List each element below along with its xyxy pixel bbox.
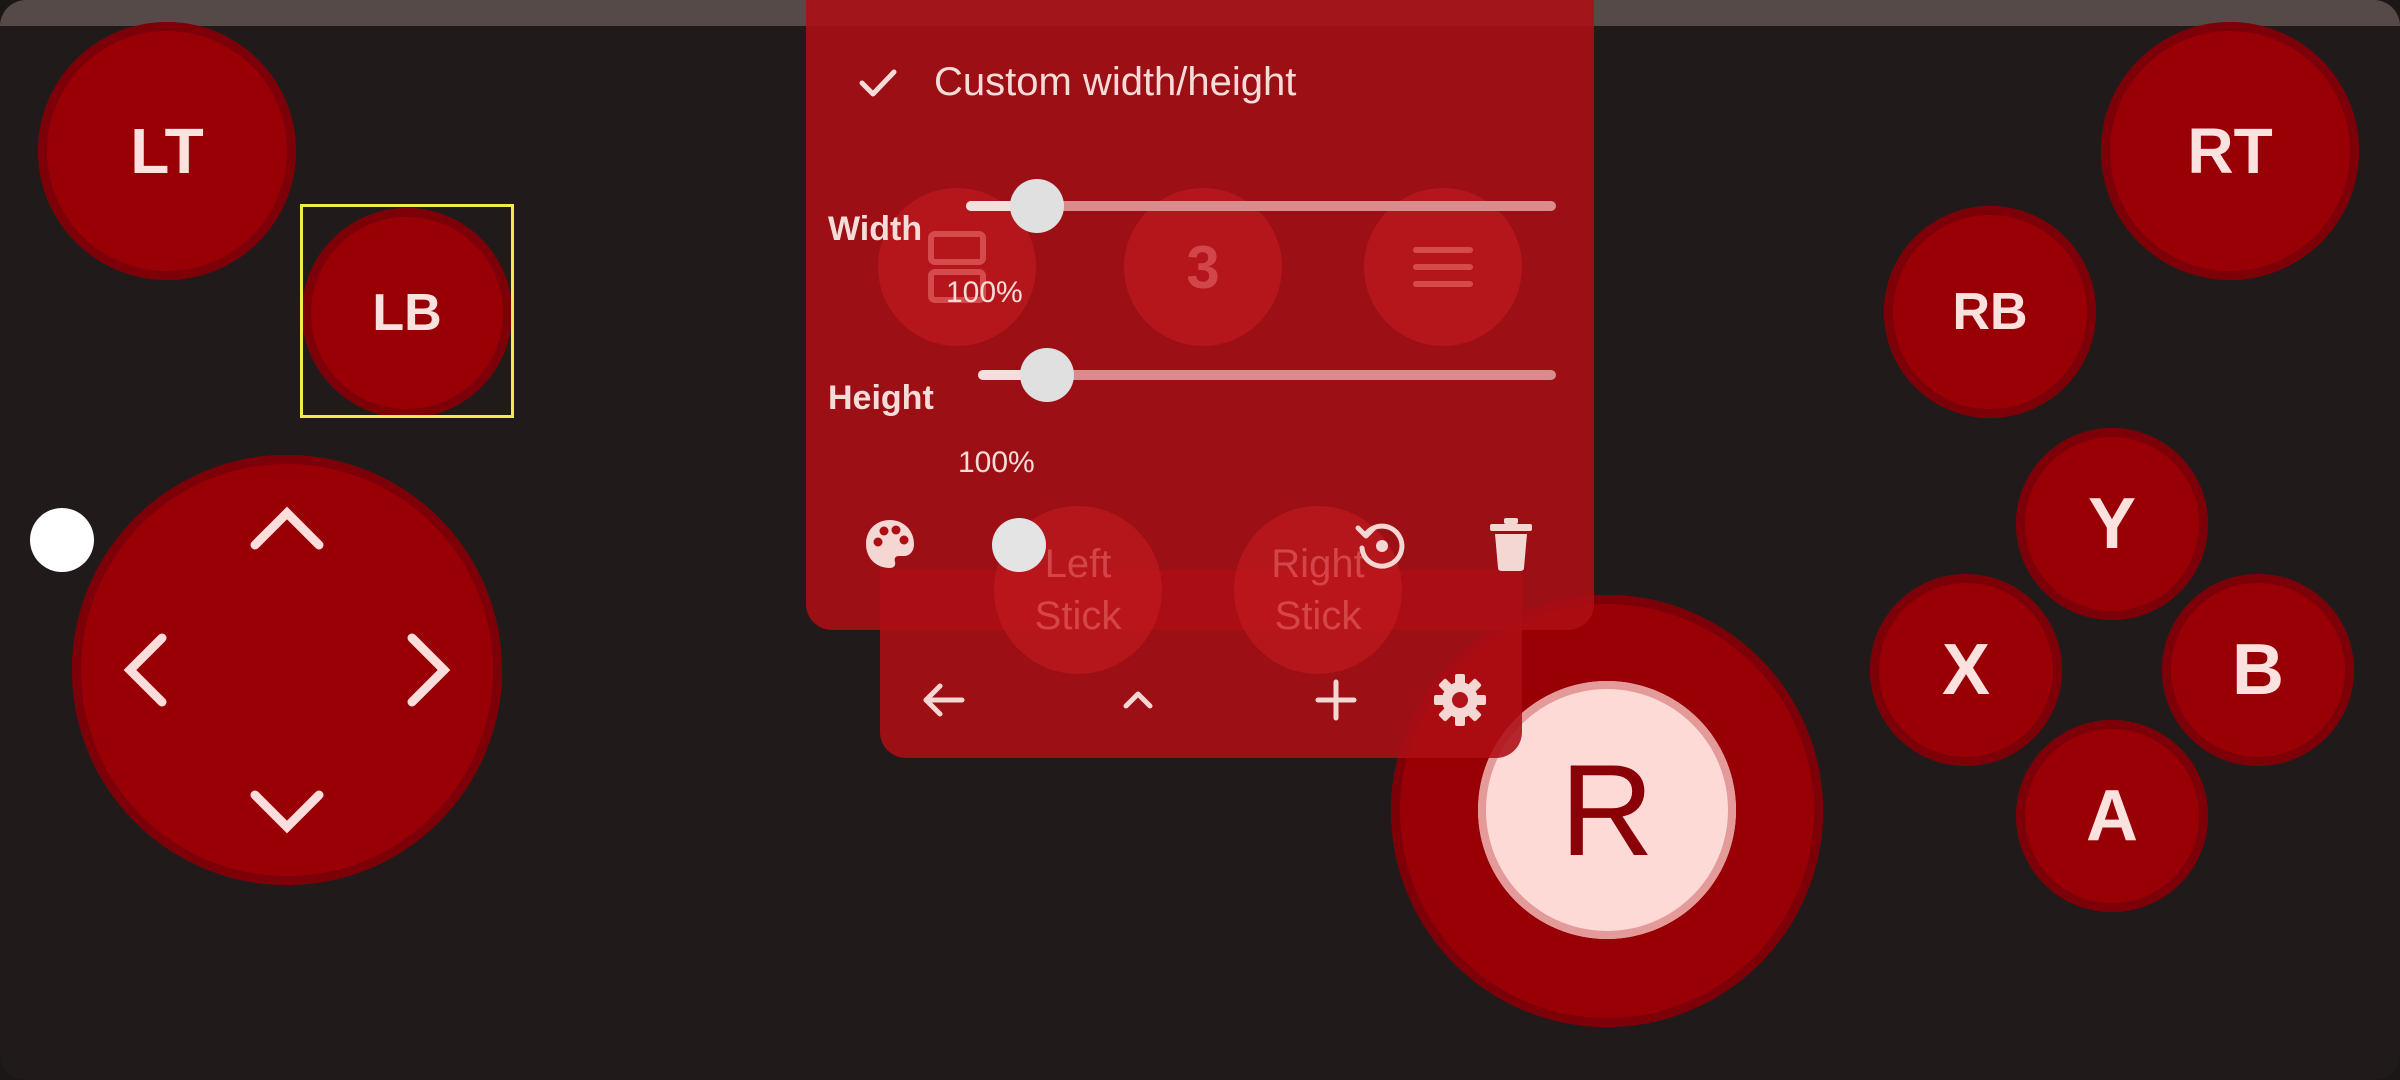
menu-lines-icon (1413, 247, 1473, 287)
delete-icon[interactable] (1486, 516, 1536, 572)
edit-menu: 3 Left Stick Right Stick Custom width/he… (806, 0, 1594, 674)
settings-icon[interactable] (1430, 670, 1490, 730)
ghost-menu-button (1364, 188, 1522, 346)
right-stick-label: R (1560, 737, 1654, 883)
lt-button[interactable]: LT (38, 22, 296, 280)
y-label: Y (2087, 484, 2137, 564)
a-label: A (2086, 776, 2138, 856)
palette-icon[interactable] (862, 516, 918, 572)
reset-icon[interactable] (1352, 516, 1410, 574)
width-value: 100% (946, 276, 1023, 309)
toggle-dot[interactable] (992, 518, 1046, 572)
rt-button[interactable]: RT (2101, 22, 2359, 280)
rb-button[interactable]: RB (1884, 206, 2096, 418)
x-label: X (1941, 630, 1991, 710)
width-label: Width (828, 210, 923, 248)
height-label: Height (828, 379, 934, 417)
chevron-up-icon[interactable] (1118, 680, 1158, 720)
lt-label: LT (130, 115, 204, 187)
right-stick-ghost-label: Right Stick (1271, 542, 1365, 638)
back-arrow-icon[interactable] (918, 674, 970, 726)
x-button[interactable]: X (1870, 574, 2062, 766)
custom-size-label[interactable]: Custom width/height (934, 60, 1296, 105)
height-value: 100% (958, 446, 1035, 479)
add-icon[interactable] (1310, 674, 1362, 726)
ghost-count-label: 3 (1186, 233, 1220, 301)
gamepad-screen: LT LB RT RB Y X B A R 3 Left Stick Right… (0, 0, 2400, 1080)
left-stick-label: Left Stick (1034, 542, 1122, 638)
width-slider-thumb[interactable] (1009, 179, 1064, 233)
selection-outline (300, 204, 514, 418)
ghost-count-button: 3 (1124, 188, 1282, 346)
b-label: B (2232, 630, 2284, 710)
dpad-arrows-icon (123, 506, 451, 834)
dpad[interactable] (72, 455, 502, 885)
b-button[interactable]: B (2162, 574, 2354, 766)
rt-label: RT (2187, 115, 2273, 187)
rb-label: RB (1952, 283, 2028, 341)
drag-handle[interactable] (30, 508, 94, 572)
check-icon[interactable] (856, 60, 900, 104)
a-button[interactable]: A (2016, 720, 2208, 912)
height-slider-thumb[interactable] (1020, 348, 1075, 402)
y-button[interactable]: Y (2016, 428, 2208, 620)
